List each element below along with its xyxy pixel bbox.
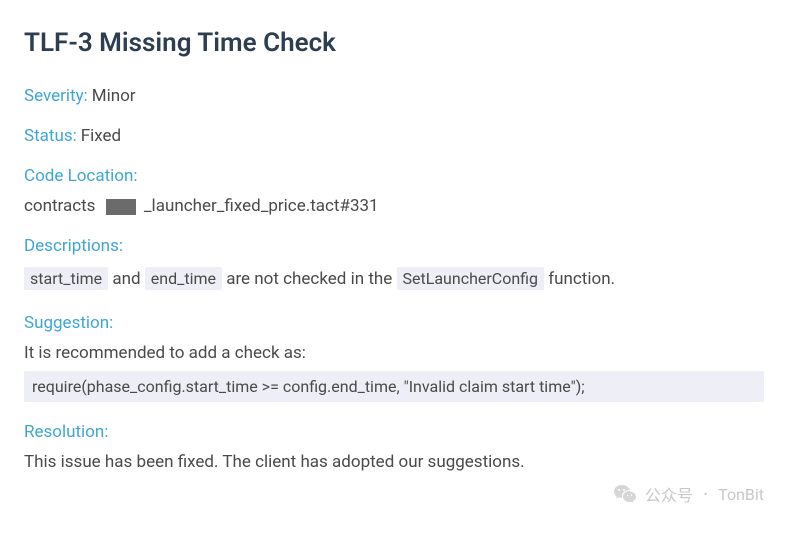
suggestion-label: Suggestion: [24, 313, 113, 333]
watermark-brand: TonBit [718, 485, 764, 504]
watermark: 公众号 · TonBit [613, 482, 764, 506]
issue-title: TLF-3 Missing Time Check [24, 28, 764, 58]
code-path-prefix: contracts [24, 196, 95, 216]
watermark-text: 公众号 [645, 482, 693, 506]
resolution-label: Resolution: [24, 422, 108, 442]
code-location-label: Code Location: [24, 166, 137, 186]
desc-text-2: are not checked in the [226, 269, 396, 289]
code-location-section: Code Location: contracts _launcher_fixed… [24, 166, 764, 216]
desc-text-1: and [112, 269, 144, 289]
desc-text-3: function. [548, 269, 615, 289]
descriptions-section: Descriptions: start_time and end_time ar… [24, 236, 764, 293]
code-location-value: contracts _launcher_fixed_price.tact#331 [24, 196, 764, 216]
descriptions-label: Descriptions: [24, 236, 123, 256]
code-setlauncherconfig: SetLauncherConfig [397, 267, 545, 290]
suggestion-section: Suggestion: It is recommended to add a c… [24, 313, 764, 402]
status-section: Status: Fixed [24, 126, 764, 146]
code-starttime: start_time [24, 267, 108, 290]
severity-label: Severity: [24, 86, 88, 106]
code-endtime: end_time [145, 267, 222, 290]
severity-section: Severity: Minor [24, 86, 764, 106]
resolution-section: Resolution: This issue has been fixed. T… [24, 422, 764, 472]
status-label: Status: [24, 126, 77, 146]
severity-value: Minor [92, 86, 136, 106]
code-path-suffix: _launcher_fixed_price.tact#331 [144, 196, 379, 216]
wechat-icon [613, 482, 637, 506]
suggestion-code-block: require(phase_config.start_time >= confi… [24, 371, 764, 402]
descriptions-body: start_time and end_time are not checked … [24, 266, 764, 293]
suggestion-intro: It is recommended to add a check as: [24, 343, 764, 363]
status-value: Fixed [81, 126, 121, 146]
watermark-dot: · [701, 484, 710, 504]
resolution-body: This issue has been fixed. The client ha… [24, 452, 764, 472]
redacted-box [106, 199, 136, 215]
